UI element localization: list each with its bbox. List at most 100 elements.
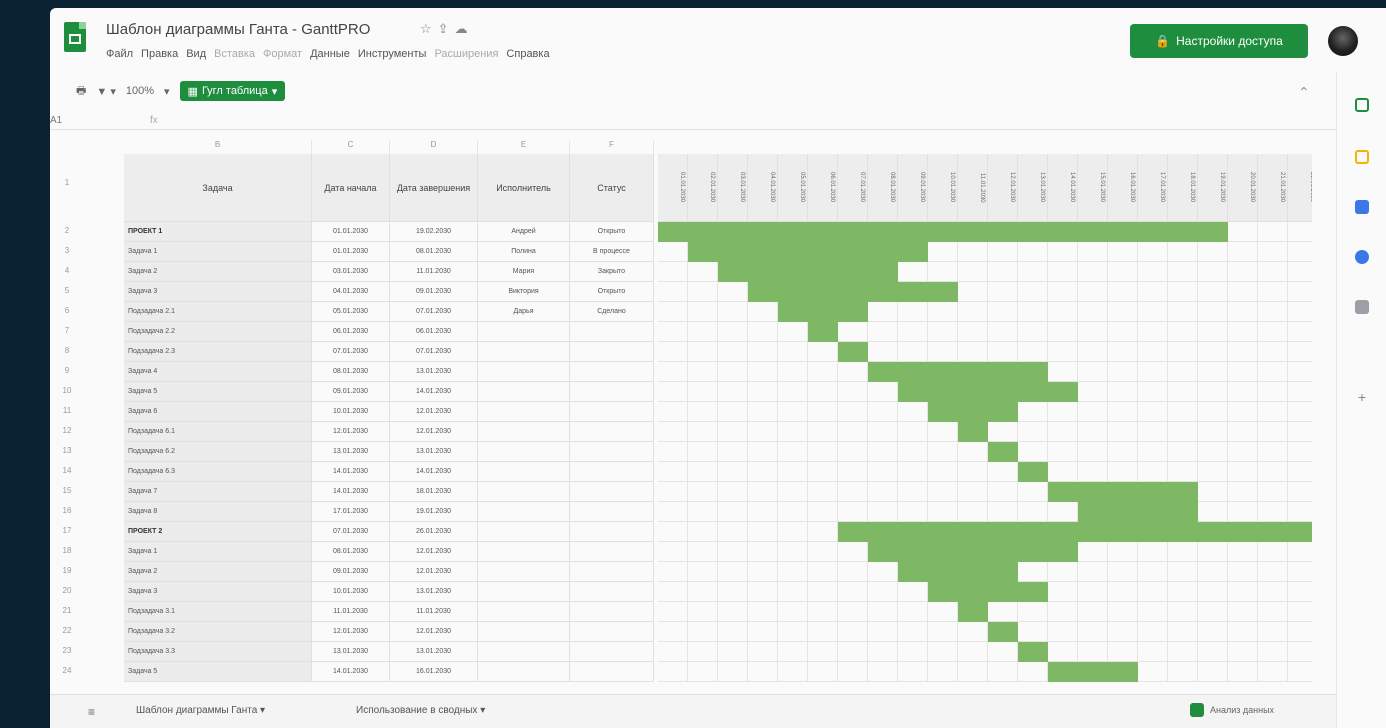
gantt-cell[interactable]	[838, 662, 868, 682]
gantt-cell[interactable]	[778, 402, 808, 422]
cell-task[interactable]: Подзадача 6.1	[124, 422, 312, 442]
gantt-cell[interactable]	[778, 582, 808, 602]
gantt-cell[interactable]	[808, 342, 838, 362]
gantt-cell[interactable]	[1228, 322, 1258, 342]
gantt-cell[interactable]	[748, 382, 778, 402]
gantt-cell[interactable]	[688, 282, 718, 302]
gantt-cell[interactable]	[778, 382, 808, 402]
gantt-cell[interactable]	[1258, 262, 1288, 282]
gantt-cell[interactable]	[1228, 642, 1258, 662]
star-icon[interactable]: ☆	[420, 21, 438, 36]
gantt-cell[interactable]	[718, 322, 748, 342]
gantt-cell[interactable]	[958, 462, 988, 482]
gantt-cell[interactable]	[1048, 642, 1078, 662]
gantt-cell[interactable]	[1288, 462, 1312, 482]
gantt-cell[interactable]	[1258, 422, 1288, 442]
explore-button[interactable]: Анализ данных	[1190, 703, 1274, 717]
cell-assignee[interactable]	[478, 642, 570, 662]
row-number[interactable]: 6	[50, 306, 84, 315]
gantt-cell[interactable]	[1198, 302, 1228, 322]
gantt-cell[interactable]	[1258, 402, 1288, 422]
cell-task[interactable]: ПРОЕКТ 1	[124, 222, 312, 242]
gantt-cell[interactable]	[658, 282, 688, 302]
gantt-cell[interactable]	[718, 302, 748, 322]
gantt-cell[interactable]	[868, 302, 898, 322]
cell-task[interactable]: Задача 7	[124, 482, 312, 502]
gantt-cell[interactable]	[928, 342, 958, 362]
gantt-cell[interactable]	[838, 442, 868, 462]
gantt-cell[interactable]	[1018, 342, 1048, 362]
gantt-cell[interactable]	[838, 322, 868, 342]
gantt-cell[interactable]	[658, 382, 688, 402]
cell-end[interactable]: 13.01.2030	[390, 582, 478, 602]
gantt-cell[interactable]	[958, 442, 988, 462]
gantt-cell[interactable]	[868, 342, 898, 362]
gantt-cell[interactable]	[1078, 562, 1108, 582]
gantt-cell[interactable]	[1228, 662, 1258, 682]
gantt-cell[interactable]	[1048, 402, 1078, 422]
gantt-cell[interactable]	[1228, 442, 1258, 462]
gantt-cell[interactable]	[1198, 502, 1228, 522]
row-number[interactable]: 1	[50, 178, 84, 187]
gantt-cell[interactable]	[1168, 462, 1198, 482]
chevron-down-icon[interactable]: ▾	[164, 85, 170, 98]
gantt-cell[interactable]	[928, 502, 958, 522]
gantt-cell[interactable]	[1198, 362, 1228, 382]
cell-assignee[interactable]: Андрей	[478, 222, 570, 242]
menu-item[interactable]: Файл	[106, 48, 133, 60]
gantt-cell[interactable]	[1258, 582, 1288, 602]
gantt-cell[interactable]	[1258, 242, 1288, 262]
gantt-cell[interactable]	[1078, 342, 1108, 362]
gantt-cell[interactable]	[838, 582, 868, 602]
gantt-cell[interactable]	[688, 522, 718, 542]
gantt-cell[interactable]	[1018, 602, 1048, 622]
gantt-cell[interactable]	[898, 262, 928, 282]
gantt-cell[interactable]	[688, 322, 718, 342]
gantt-cell[interactable]	[688, 642, 718, 662]
cell-end[interactable]: 13.01.2030	[390, 362, 478, 382]
cell-assignee[interactable]	[478, 342, 570, 362]
gantt-cell[interactable]	[1048, 502, 1078, 522]
gantt-cell[interactable]	[748, 442, 778, 462]
cell-reference[interactable]: A1	[50, 115, 62, 126]
gantt-cell[interactable]	[1018, 622, 1048, 642]
gantt-cell[interactable]	[1138, 602, 1168, 622]
tasks-icon[interactable]	[1355, 200, 1369, 214]
gantt-cell[interactable]	[688, 462, 718, 482]
gantt-cell[interactable]	[718, 562, 748, 582]
gantt-cell[interactable]	[928, 642, 958, 662]
row-number[interactable]: 3	[50, 246, 84, 255]
gantt-cell[interactable]	[1288, 442, 1312, 462]
gantt-cell[interactable]	[1018, 262, 1048, 282]
gantt-cell[interactable]	[808, 442, 838, 462]
cell-start[interactable]: 09.01.2030	[312, 562, 390, 582]
row-number[interactable]: 11	[50, 406, 84, 415]
gantt-cell[interactable]	[1138, 462, 1168, 482]
gantt-cell[interactable]	[1168, 602, 1198, 622]
cell-status[interactable]: Закрыто	[570, 262, 654, 282]
gantt-cell[interactable]	[1048, 322, 1078, 342]
gantt-cell[interactable]	[688, 402, 718, 422]
keep-icon[interactable]	[1355, 150, 1369, 164]
gantt-cell[interactable]	[1258, 442, 1288, 462]
cell-task[interactable]: Задача 1	[124, 242, 312, 262]
gantt-cell[interactable]	[1258, 622, 1288, 642]
cell-status[interactable]	[570, 462, 654, 482]
cell-assignee[interactable]	[478, 462, 570, 482]
gantt-cell[interactable]	[988, 462, 1018, 482]
gantt-cell[interactable]	[718, 382, 748, 402]
gantt-cell[interactable]	[1288, 222, 1312, 242]
gantt-cell[interactable]	[958, 642, 988, 662]
gantt-cell[interactable]	[1078, 462, 1108, 482]
gantt-cell[interactable]	[688, 262, 718, 282]
gantt-cell[interactable]	[928, 662, 958, 682]
gantt-cell[interactable]	[748, 402, 778, 422]
gantt-cell[interactable]	[898, 602, 928, 622]
gantt-cell[interactable]	[838, 422, 868, 442]
gantt-cell[interactable]	[988, 602, 1018, 622]
row-number[interactable]: 4	[50, 266, 84, 275]
row-number[interactable]: 18	[50, 546, 84, 555]
gantt-cell[interactable]	[838, 482, 868, 502]
cell-assignee[interactable]	[478, 622, 570, 642]
gantt-cell[interactable]	[658, 322, 688, 342]
